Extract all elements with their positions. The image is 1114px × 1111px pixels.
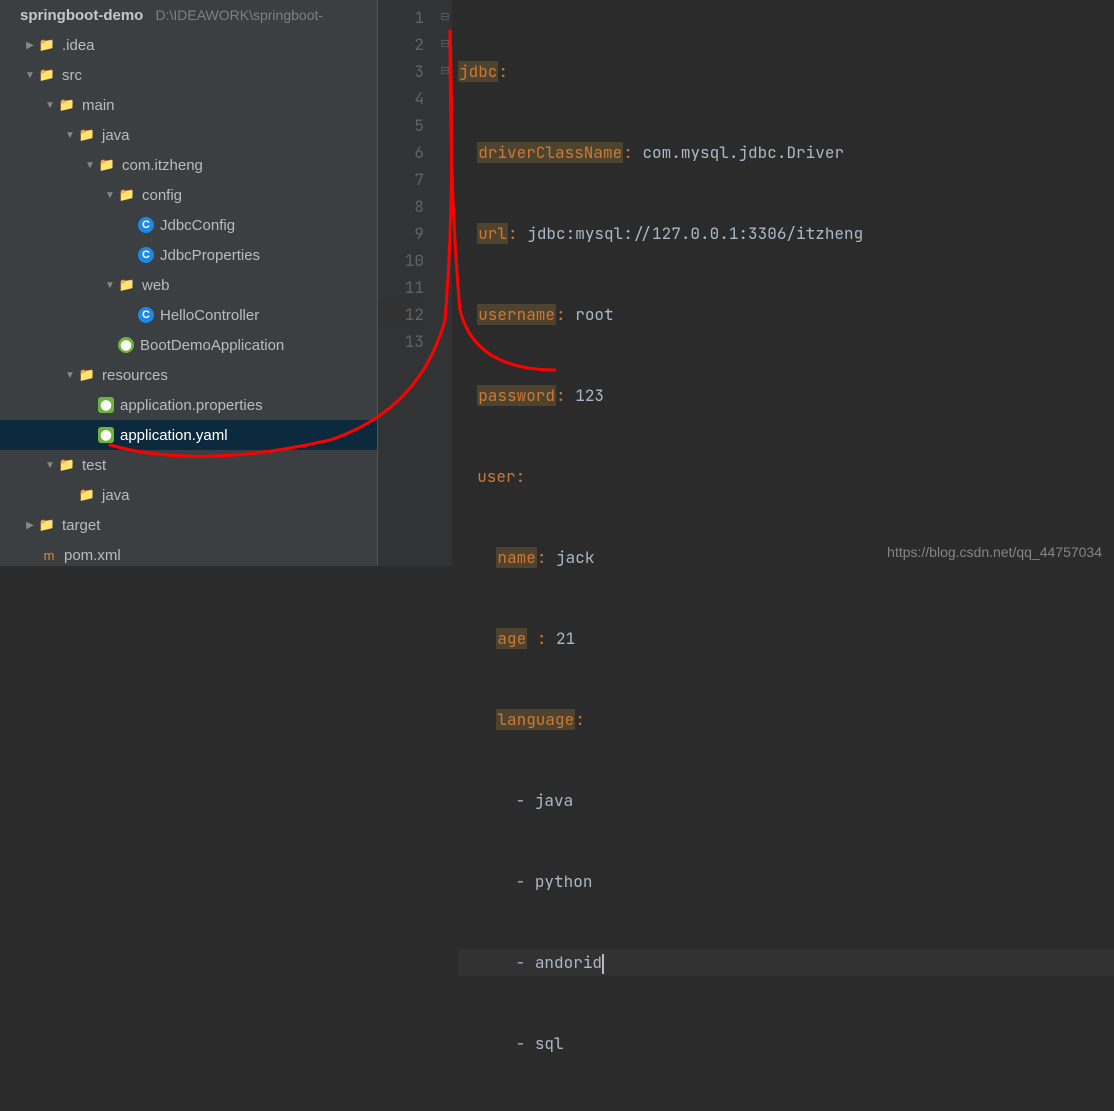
line-number: 2	[378, 31, 424, 58]
yaml-value: 21	[556, 628, 575, 649]
tree-item-java[interactable]: java	[102, 127, 377, 144]
line-number: 6	[378, 139, 424, 166]
yaml-value: jdbc:mysql://127.0.0.1:3306/itzheng	[527, 223, 863, 244]
class-icon: C	[138, 307, 154, 323]
tree-item-idea[interactable]: .idea	[62, 37, 377, 54]
tree-item-hello[interactable]: HelloController	[160, 307, 377, 324]
folder-icon	[78, 126, 96, 144]
line-number: 13	[378, 328, 424, 355]
tree-item-jdbcconfig[interactable]: JdbcConfig	[160, 217, 377, 234]
chevron-down-icon	[4, 7, 20, 23]
fold-gutter[interactable]: ⊟ ⊟ ⊟	[438, 0, 452, 566]
tree-item-testjava[interactable]: java	[102, 487, 377, 504]
test-folder-icon: 📁	[78, 486, 96, 504]
line-number-gutter: 1 2 3 4 5 6 7 8 9 10 11 12 13	[378, 0, 438, 566]
resources-folder-icon	[78, 366, 96, 384]
target-folder-icon	[38, 516, 56, 534]
line-number: 12	[378, 301, 424, 328]
line-number: 8	[378, 193, 424, 220]
chevron-down-icon[interactable]	[62, 127, 78, 143]
yaml-key: user	[477, 466, 515, 487]
line-number: 9	[378, 220, 424, 247]
tree-item-bootapp[interactable]: BootDemoApplication	[140, 337, 377, 354]
tree-item-package[interactable]: com.itzheng	[122, 157, 377, 174]
line-number: 10	[378, 247, 424, 274]
yaml-key: url	[477, 223, 508, 244]
tree-item-test[interactable]: test	[82, 457, 377, 474]
maven-icon: m	[40, 546, 58, 564]
yaml-key: password	[477, 385, 556, 406]
yaml-value: jack	[556, 547, 594, 568]
folder-icon	[58, 456, 76, 474]
spring-boot-icon: ⬤	[118, 337, 134, 353]
class-icon: C	[138, 217, 154, 233]
yaml-key: age	[496, 628, 527, 649]
chevron-down-icon[interactable]	[42, 97, 58, 113]
package-icon	[118, 186, 136, 204]
chevron-right-icon[interactable]	[22, 37, 38, 53]
yaml-key: username	[477, 304, 556, 325]
tree-item-pom[interactable]: pom.xml	[64, 547, 377, 564]
yaml-value: com.mysql.jdbc.Driver	[642, 142, 844, 163]
chevron-down-icon[interactable]	[102, 277, 118, 293]
yaml-value: 123	[575, 385, 604, 406]
yaml-key: name	[496, 547, 536, 568]
yaml-file-icon: ⬤	[98, 427, 114, 443]
chevron-down-icon[interactable]	[42, 457, 58, 473]
project-root[interactable]: springboot-demo D:\IDEAWORK\springboot-	[20, 7, 377, 24]
line-number: 4	[378, 85, 424, 112]
project-name: springboot-demo	[20, 7, 143, 24]
chevron-down-icon[interactable]	[22, 67, 38, 83]
yaml-key: driverClassName	[477, 142, 623, 163]
folder-icon	[38, 66, 56, 84]
properties-file-icon: ⬤	[98, 397, 114, 413]
tree-item-selected: ⬤ application.yaml	[0, 420, 377, 450]
project-path: D:\IDEAWORK\springboot-	[156, 7, 324, 23]
yaml-value: root	[575, 304, 613, 325]
tree-item-main[interactable]: main	[82, 97, 377, 114]
line-number: 1	[378, 4, 424, 31]
tree-item-src[interactable]: src	[62, 67, 377, 84]
class-icon: C	[138, 247, 154, 263]
yaml-value: sql	[535, 1033, 564, 1054]
line-number: 3	[378, 58, 424, 85]
package-icon	[98, 156, 116, 174]
project-tree[interactable]: springboot-demo D:\IDEAWORK\springboot- …	[0, 0, 378, 566]
chevron-right-icon[interactable]	[22, 517, 38, 533]
tree-item-appyaml[interactable]: application.yaml	[120, 427, 377, 444]
line-number: 11	[378, 274, 424, 301]
watermark: https://blog.csdn.net/qq_44757034	[887, 544, 1102, 560]
chevron-down-icon[interactable]	[62, 367, 78, 383]
folder-icon	[38, 36, 56, 54]
yaml-value: andorid	[535, 952, 602, 973]
tree-item-jdbcprops[interactable]: JdbcProperties	[160, 247, 377, 264]
chevron-down-icon[interactable]	[82, 157, 98, 173]
chevron-down-icon[interactable]	[102, 187, 118, 203]
line-number: 7	[378, 166, 424, 193]
package-icon	[118, 276, 136, 294]
tree-item-web[interactable]: web	[142, 277, 377, 294]
tree-item-target[interactable]: target	[62, 517, 377, 534]
yaml-value: python	[535, 871, 593, 892]
yaml-key: language	[496, 709, 575, 730]
tree-item-appprops[interactable]: application.properties	[120, 397, 377, 414]
yaml-value: java	[535, 790, 573, 811]
line-number: 5	[378, 112, 424, 139]
caret	[602, 954, 604, 974]
yaml-key: jdbc	[458, 61, 498, 82]
code-editor[interactable]: 1 2 3 4 5 6 7 8 9 10 11 12 13 ⊟ ⊟ ⊟ jdbc…	[378, 0, 1114, 566]
folder-icon	[58, 96, 76, 114]
code-area[interactable]: jdbc: driverClassName: com.mysql.jdbc.Dr…	[452, 0, 1114, 566]
tree-item-config[interactable]: config	[142, 187, 377, 204]
tree-item-resources[interactable]: resources	[102, 367, 377, 384]
